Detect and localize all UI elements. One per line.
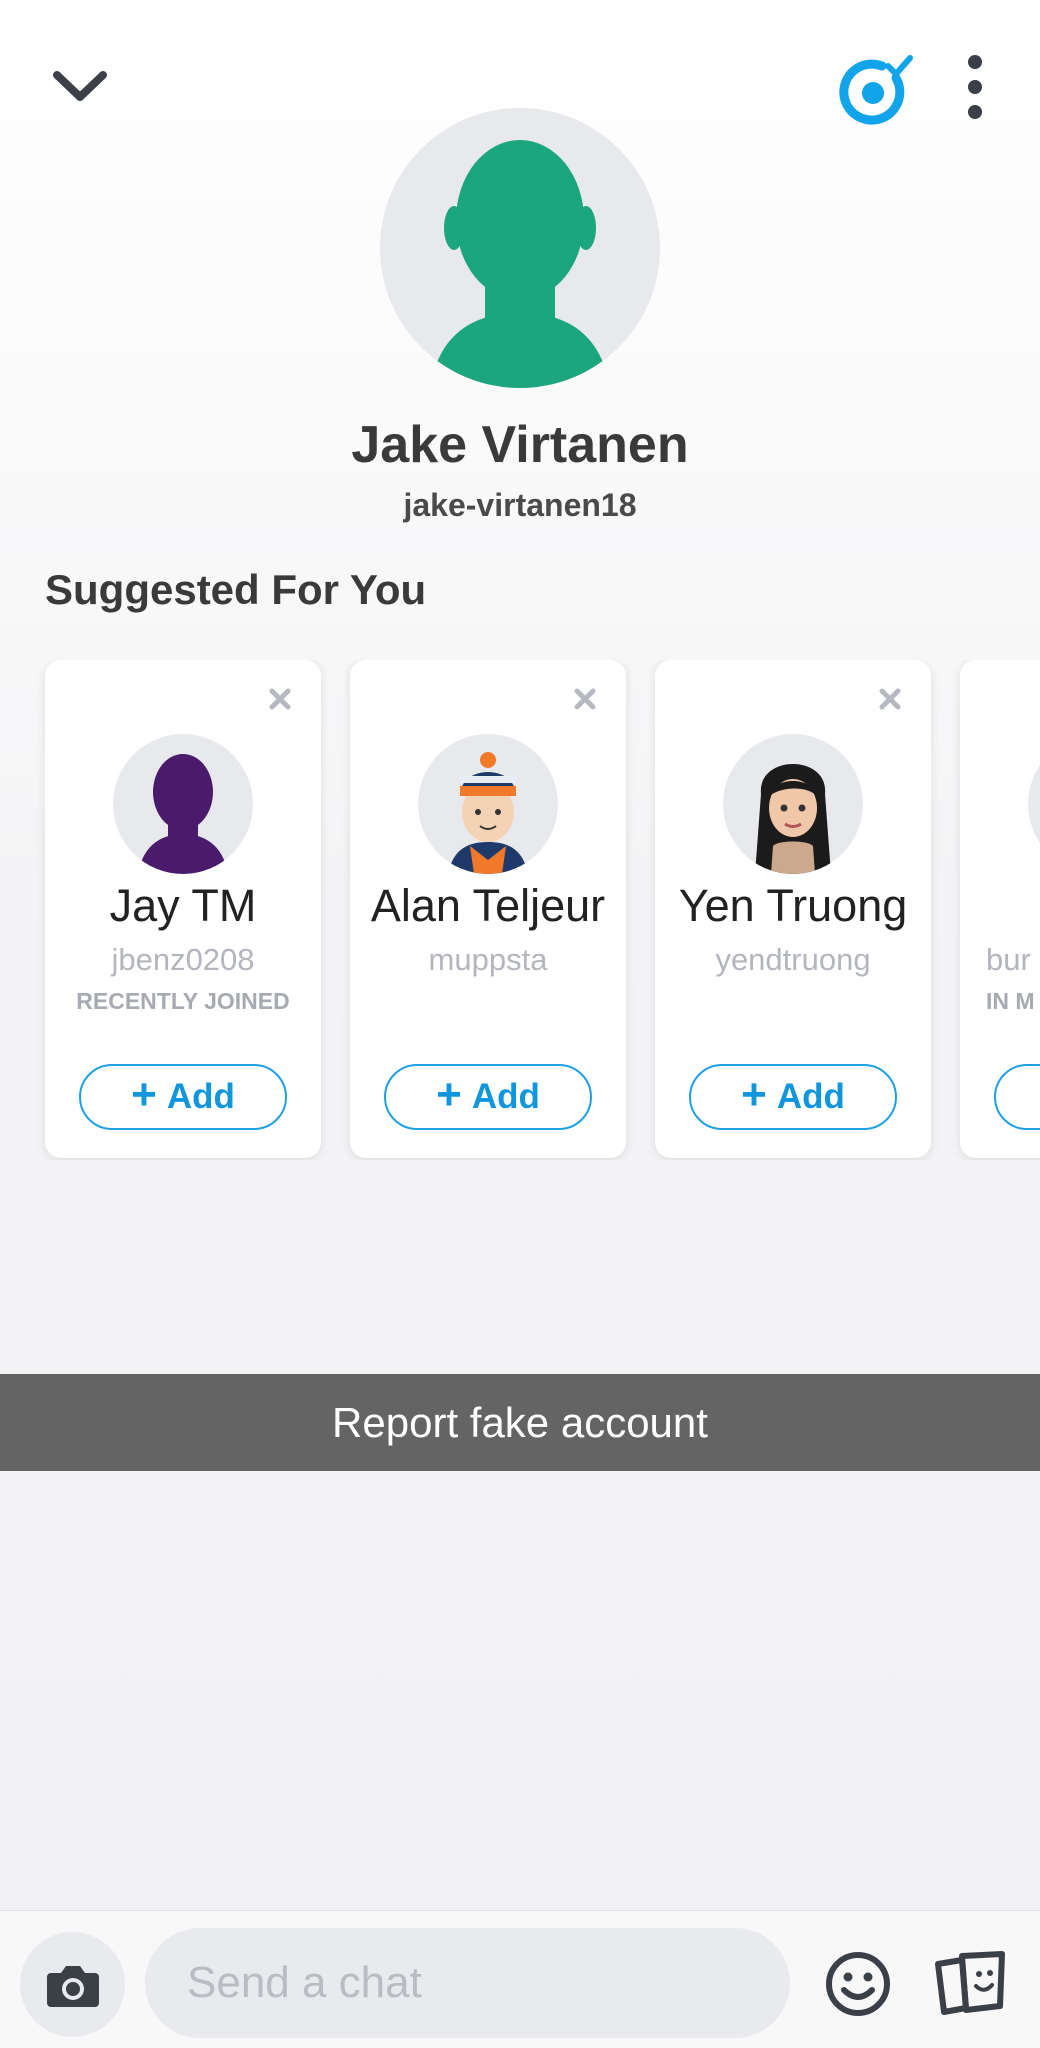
profile-username: jake-virtanen18	[403, 487, 637, 523]
avatar[interactable]	[418, 734, 558, 874]
add-friend-button[interactable]: + Add	[689, 1064, 897, 1130]
suggested-username: bur	[986, 942, 1031, 977]
add-friend-button[interactable]: + Add	[384, 1064, 592, 1130]
add-label: Add	[776, 1077, 845, 1116]
suggested-username: yendtruong	[715, 942, 871, 977]
chevron-down-icon[interactable]	[45, 55, 115, 115]
profile-display-name: Jake Virtanen	[351, 416, 689, 474]
avatar[interactable]	[723, 734, 863, 874]
suggested-name: Yen Truong	[678, 880, 908, 931]
camera-icon	[46, 1965, 99, 2007]
suggested-section-title: Suggested For You	[45, 566, 427, 613]
avatar-silhouette-icon	[138, 754, 228, 874]
suggested-name: Alan Teljeur	[370, 880, 606, 931]
suggested-note: IN M	[986, 988, 1035, 1014]
add-friend-button[interactable]	[994, 1064, 1040, 1130]
suggested-card[interactable]: Jay TM jbenz0208 RECENTLY JOINED + Add	[45, 660, 321, 1158]
avatar[interactable]	[113, 734, 253, 874]
suggested-card[interactable]: Alan Teljeur muppsta + Add	[350, 660, 626, 1158]
bitmoji-avatar-icon	[755, 764, 831, 874]
bitmoji-avatar-icon	[448, 752, 528, 874]
close-icon[interactable]	[570, 684, 600, 714]
suggested-name: Jay TM	[109, 880, 257, 931]
report-fake-account-button[interactable]: Report fake account	[0, 1374, 1040, 1471]
emoji-icon[interactable]	[822, 1948, 894, 2020]
sticker-cards-icon[interactable]	[932, 1948, 1010, 2020]
suggested-username: jbenz0208	[111, 942, 255, 977]
avatar-silhouette-icon	[430, 140, 610, 388]
close-icon[interactable]	[265, 684, 295, 714]
add-label: Add	[471, 1077, 540, 1116]
more-vertical-icon[interactable]	[955, 52, 995, 122]
plus-icon: +	[436, 1070, 462, 1119]
add-label: Add	[166, 1077, 235, 1116]
chat-input[interactable]	[145, 1928, 790, 2038]
profile-avatar[interactable]	[380, 108, 660, 388]
suggested-username: muppsta	[428, 942, 548, 977]
suggested-card[interactable]: C bur IN M	[960, 660, 1040, 1158]
spotlight-icon[interactable]	[838, 52, 916, 130]
plus-icon: +	[131, 1070, 157, 1119]
close-icon[interactable]	[875, 684, 905, 714]
add-friend-button[interactable]: + Add	[79, 1064, 287, 1130]
camera-button[interactable]	[20, 1932, 125, 2037]
suggested-carousel[interactable]: Jay TM jbenz0208 RECENTLY JOINED + Add A…	[0, 660, 1040, 1160]
suggested-name: C	[950, 880, 1040, 932]
avatar[interactable]	[1028, 734, 1040, 874]
suggested-note: RECENTLY JOINED	[76, 988, 290, 1014]
suggested-card[interactable]: Yen Truong yendtruong + Add	[655, 660, 931, 1158]
plus-icon: +	[741, 1070, 767, 1119]
